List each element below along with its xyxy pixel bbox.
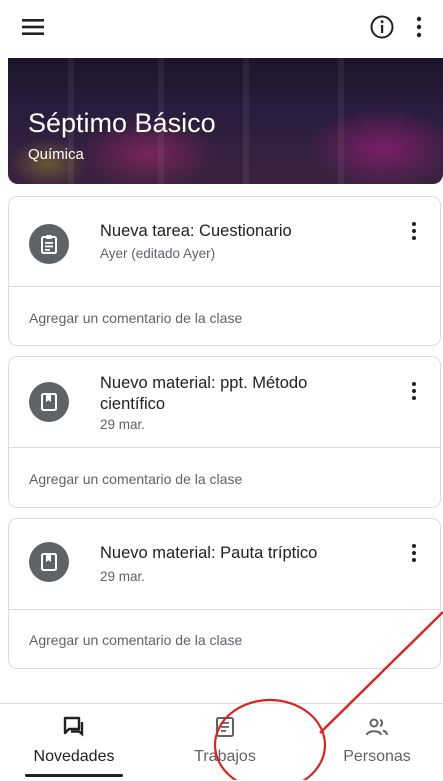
tab-label: Trabajos	[194, 748, 256, 765]
class-title: Séptimo Básico	[28, 108, 216, 138]
tab-label: Novedades	[33, 748, 115, 765]
post-title[interactable]: Nuevo material: Pauta tríptico	[100, 543, 380, 564]
class-banner[interactable]: Séptimo Básico Química	[8, 58, 443, 184]
post-card[interactable]: Nueva tarea: Cuestionario Ayer (editado …	[8, 196, 441, 346]
post-title[interactable]: Nuevo material: ppt. Método científico	[100, 373, 370, 415]
book-icon	[29, 542, 69, 582]
more-vert-icon[interactable]	[403, 219, 425, 245]
post-date: 29 mar.	[100, 417, 146, 432]
active-tab-indicator	[25, 774, 123, 777]
book-icon	[29, 382, 69, 422]
class-subject: Química	[28, 146, 84, 163]
tab-personas[interactable]: Personas	[317, 704, 437, 781]
tab-trabajos[interactable]: Trabajos	[165, 704, 285, 781]
post-date: Ayer (editado Ayer)	[100, 246, 216, 261]
info-icon[interactable]	[369, 14, 395, 40]
bottom-navigation: Novedades Trabajos Personas	[0, 703, 443, 781]
people-icon	[366, 718, 388, 736]
post-card[interactable]: Nuevo material: ppt. Método científico 2…	[8, 356, 441, 508]
divider	[9, 447, 440, 448]
more-vert-icon[interactable]	[406, 14, 432, 40]
stream-icon	[63, 716, 84, 737]
more-vert-icon[interactable]	[403, 541, 425, 567]
top-app-bar	[0, 0, 443, 58]
assignment-icon	[29, 224, 69, 264]
tab-novedades[interactable]: Novedades	[14, 704, 134, 781]
add-class-comment[interactable]: Agregar un comentario de la clase	[29, 632, 242, 648]
classwork-icon	[216, 717, 234, 737]
add-class-comment[interactable]: Agregar un comentario de la clase	[29, 471, 242, 487]
tab-label: Personas	[343, 748, 411, 765]
post-date: 29 mar.	[100, 569, 146, 584]
divider	[9, 609, 440, 610]
menu-icon[interactable]	[20, 15, 46, 39]
post-card[interactable]: Nuevo material: Pauta tríptico 29 mar. A…	[8, 518, 441, 669]
divider	[9, 286, 440, 287]
more-vert-icon[interactable]	[403, 379, 425, 405]
post-title[interactable]: Nueva tarea: Cuestionario	[100, 221, 380, 242]
add-class-comment[interactable]: Agregar un comentario de la clase	[29, 310, 242, 326]
